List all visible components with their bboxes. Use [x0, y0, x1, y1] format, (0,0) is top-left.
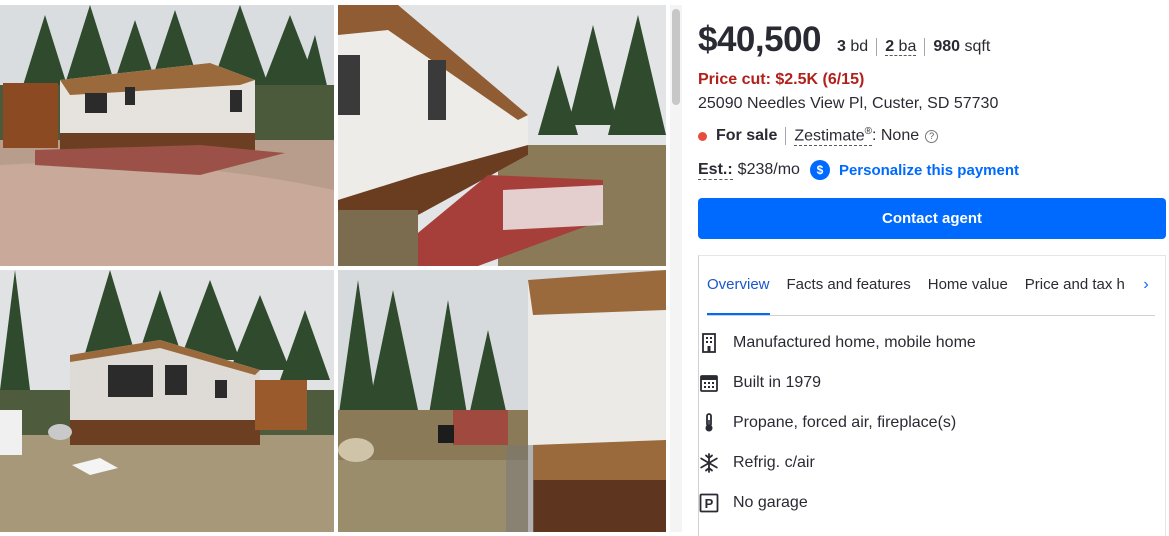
photo-mobile-home-front-driveway[interactable] [0, 5, 334, 266]
scrollbar-thumb[interactable] [672, 9, 680, 105]
listing-price: $40,500 [698, 20, 822, 59]
baths-value: 2 [885, 38, 895, 55]
price-row: $40,500 3 bd 2 ba 980 sqft [698, 20, 998, 60]
beds-value: 3 [837, 38, 846, 55]
tab-home-value[interactable]: Home value [928, 256, 1008, 315]
tab-overview[interactable]: Overview [707, 256, 770, 315]
sqft-fact: 980 sqft [924, 38, 998, 56]
photo-image [0, 5, 334, 266]
feature-text: Propane, forced air, fireplace(s) [733, 414, 957, 431]
feature-home-type: Manufactured home, mobile home [698, 332, 976, 354]
dollar-icon: $ [809, 160, 830, 180]
photo-mobile-home-end-wall[interactable] [338, 270, 666, 532]
listing-status: For sale [716, 127, 778, 145]
tab-price-and-tax-history[interactable]: Price and tax h [1025, 256, 1125, 315]
bed-bath-sqft: 3 bd 2 ba 980 sqft [837, 38, 998, 56]
parking-glyph: P [705, 496, 714, 511]
tab-facts-and-features[interactable]: Facts and features [787, 256, 911, 315]
price-cut-notice: Price cut: $2.5K (6/15) [698, 71, 865, 88]
beds-fact: 3 bd [837, 38, 876, 56]
feature-text: No garage [733, 494, 808, 511]
zestimate-text: Zestimate [794, 127, 865, 145]
photo-mobile-home-side-deck[interactable] [338, 5, 666, 266]
feature-text: Manufactured home, mobile home [733, 334, 976, 351]
listing-summary-panel: $40,500 3 bd 2 ba 980 sqft Price cut: $2… [698, 0, 1169, 536]
property-address: 25090 Needles View Pl, Custer, SD 57730 [698, 95, 999, 112]
snowflake-icon [698, 452, 720, 474]
thermometer-icon [698, 412, 720, 434]
photo-mobile-home-back-yard[interactable] [0, 270, 334, 532]
divider [785, 127, 787, 146]
feature-text: Refrig. c/air [733, 454, 815, 471]
status-dot-icon [698, 131, 707, 141]
feature-year-built: Built in 1979 [698, 372, 821, 394]
beds-unit: bd [850, 38, 869, 55]
est-payment-value: $238/mo [737, 161, 800, 178]
contact-agent-button[interactable]: Contact agent [698, 198, 1166, 239]
photo-image [0, 270, 334, 532]
photo-scrollbar[interactable] [670, 5, 682, 532]
baths-unit: ba [898, 38, 917, 55]
baths-fact[interactable]: 2 ba [876, 38, 924, 56]
sqft-unit: sqft [964, 38, 991, 55]
baths-text: 2 ba [885, 38, 917, 56]
photo-image [338, 5, 666, 266]
personalize-payment-link[interactable]: Personalize this payment [839, 162, 1019, 179]
estimated-payment-row: Est.: $238/mo $ Personalize this payment [698, 160, 1019, 180]
status-row: For sale Zestimate® : None ? [698, 126, 939, 147]
est-label[interactable]: Est.: [698, 161, 733, 180]
photo-image [338, 270, 666, 532]
sqft-value: 980 [933, 38, 961, 55]
calendar-icon [698, 372, 720, 394]
info-icon[interactable]: ? [925, 129, 939, 143]
chevron-right-icon[interactable]: › [1137, 276, 1155, 296]
feature-cooling: Refrig. c/air [698, 452, 815, 474]
details-tabs: Overview Facts and features Home value P… [707, 256, 1155, 316]
feature-parking: P No garage [698, 492, 808, 514]
parking-icon: P [698, 492, 720, 514]
building-icon [698, 332, 720, 354]
feature-text: Built in 1979 [733, 374, 822, 391]
feature-heating: Propane, forced air, fireplace(s) [698, 412, 956, 434]
zestimate-label[interactable]: Zestimate® [794, 126, 872, 147]
zestimate-value: : None [871, 127, 920, 145]
registered-mark: ® [864, 126, 872, 137]
